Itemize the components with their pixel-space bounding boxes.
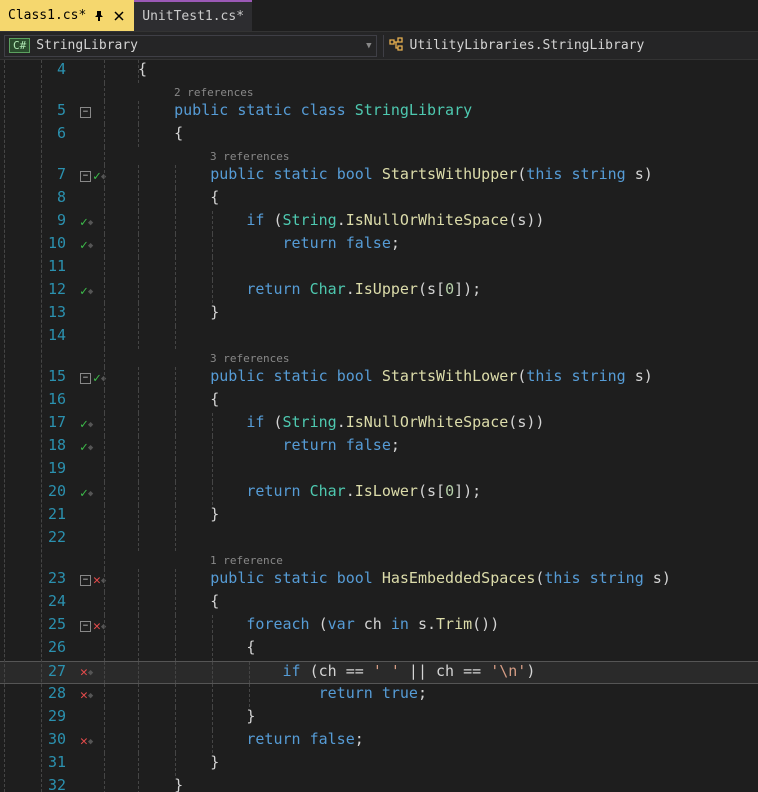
line-number: 14: [0, 326, 76, 349]
margin: [76, 60, 134, 83]
code-line[interactable]: return Char.IsLower(s[0]);: [134, 482, 758, 505]
fold-toggle[interactable]: −: [80, 107, 91, 118]
test-pass-icon: [93, 371, 101, 386]
code-line[interactable]: if (String.IsNullOrWhiteSpace(s)): [134, 413, 758, 436]
fold-toggle[interactable]: −: [80, 171, 91, 182]
code-line[interactable]: [134, 257, 758, 280]
nav-bar: C# StringLibrary ▼ UtilityLibraries.Stri…: [0, 32, 758, 60]
pin-icon[interactable]: [92, 9, 106, 23]
nav-scope-dropdown[interactable]: C# StringLibrary ▼: [4, 35, 377, 57]
code-line[interactable]: {: [134, 390, 758, 413]
tab-class1[interactable]: Class1.cs*: [0, 0, 134, 31]
code-line[interactable]: [134, 326, 758, 349]
line-number: 11: [0, 257, 76, 280]
code-line[interactable]: return true;: [134, 684, 758, 707]
test-pass-icon: [93, 169, 101, 184]
tab-unittest[interactable]: UnitTest1.cs*: [134, 0, 252, 31]
line-number: 25: [0, 615, 76, 638]
line-number: 15: [0, 367, 76, 390]
line-number: 5: [0, 101, 76, 124]
fold-toggle[interactable]: −: [80, 621, 91, 632]
tab-bar: Class1.cs* UnitTest1.cs*: [0, 0, 758, 32]
test-pass-icon: [80, 215, 88, 230]
code-line[interactable]: if (String.IsNullOrWhiteSpace(s)): [134, 211, 758, 234]
code-line[interactable]: {: [134, 188, 758, 211]
line-number: 7: [0, 165, 76, 188]
line-number: 26: [0, 638, 76, 661]
line-number: 19: [0, 459, 76, 482]
line-number: 31: [0, 753, 76, 776]
nav-scope-text: StringLibrary: [36, 38, 138, 53]
code-line[interactable]: return false;: [134, 436, 758, 459]
code-line[interactable]: foreach (var ch in s.Trim()): [134, 615, 758, 638]
nav-type-dropdown[interactable]: UtilityLibraries.StringLibrary: [383, 35, 755, 57]
line-number: 10: [0, 234, 76, 257]
line-number: 20: [0, 482, 76, 505]
line-number: 24: [0, 592, 76, 615]
test-fail-icon: [93, 619, 101, 634]
line-number: 22: [0, 528, 76, 551]
tab-label: Class1.cs*: [8, 8, 86, 23]
line-number: 4: [0, 60, 76, 83]
code-line[interactable]: }: [134, 753, 758, 776]
test-fail-icon: [80, 688, 88, 703]
line-number: 30: [0, 730, 76, 753]
code-line[interactable]: }: [134, 776, 758, 792]
line-number: 8: [0, 188, 76, 211]
nav-type-text: UtilityLibraries.StringLibrary: [410, 38, 645, 53]
code-line[interactable]: return Char.IsUpper(s[0]);: [134, 280, 758, 303]
code-line[interactable]: return false;: [134, 234, 758, 257]
code-line[interactable]: }: [134, 707, 758, 730]
line-number: 9: [0, 211, 76, 234]
line-number: 29: [0, 707, 76, 730]
code-editor[interactable]: 4 { 2 references 5 − public static class…: [0, 60, 758, 792]
test-pass-icon: [80, 238, 88, 253]
code-line[interactable]: {: [134, 60, 758, 83]
tab-label: UnitTest1.cs*: [142, 9, 244, 24]
test-fail-icon: [80, 734, 88, 749]
class-icon: [388, 37, 404, 55]
code-line[interactable]: {: [134, 592, 758, 615]
code-line[interactable]: }: [134, 303, 758, 326]
code-line[interactable]: [134, 459, 758, 482]
line-number: 32: [0, 776, 76, 792]
code-line[interactable]: [134, 528, 758, 551]
line-number: 27: [0, 662, 76, 683]
line-number: 13: [0, 303, 76, 326]
codelens[interactable]: 3 references: [134, 349, 289, 367]
code-line[interactable]: public static bool StartsWithUpper(this …: [134, 165, 758, 188]
line-number: 6: [0, 124, 76, 147]
test-fail-icon: [93, 573, 101, 588]
code-line[interactable]: {: [134, 124, 758, 147]
chevron-down-icon: ▼: [366, 41, 371, 51]
line-number: 16: [0, 390, 76, 413]
codelens[interactable]: 2 references: [134, 83, 253, 101]
code-line[interactable]: if (ch == ' ' || ch == '\n'): [134, 662, 758, 683]
code-line[interactable]: return false;: [134, 730, 758, 753]
margin: −: [76, 101, 134, 124]
test-fail-icon: [80, 665, 88, 680]
fold-toggle[interactable]: −: [80, 373, 91, 384]
csharp-badge: C#: [9, 38, 30, 53]
test-pass-icon: [80, 440, 88, 455]
line-number: 21: [0, 505, 76, 528]
codelens[interactable]: 3 references: [134, 147, 289, 165]
test-pass-icon: [80, 486, 88, 501]
line-number: 17: [0, 413, 76, 436]
code-line[interactable]: }: [134, 505, 758, 528]
line-number: 28: [0, 684, 76, 707]
code-line[interactable]: public static bool StartsWithLower(this …: [134, 367, 758, 390]
codelens[interactable]: 1 reference: [134, 551, 283, 569]
fold-toggle[interactable]: −: [80, 575, 91, 586]
line-number: 18: [0, 436, 76, 459]
test-pass-icon: [80, 417, 88, 432]
code-line[interactable]: public static class StringLibrary: [134, 101, 758, 124]
line-number: 23: [0, 569, 76, 592]
test-pass-icon: [80, 284, 88, 299]
close-icon[interactable]: [112, 9, 126, 23]
code-line[interactable]: public static bool HasEmbeddedSpaces(thi…: [134, 569, 758, 592]
line-number: 12: [0, 280, 76, 303]
code-line[interactable]: {: [134, 638, 758, 661]
